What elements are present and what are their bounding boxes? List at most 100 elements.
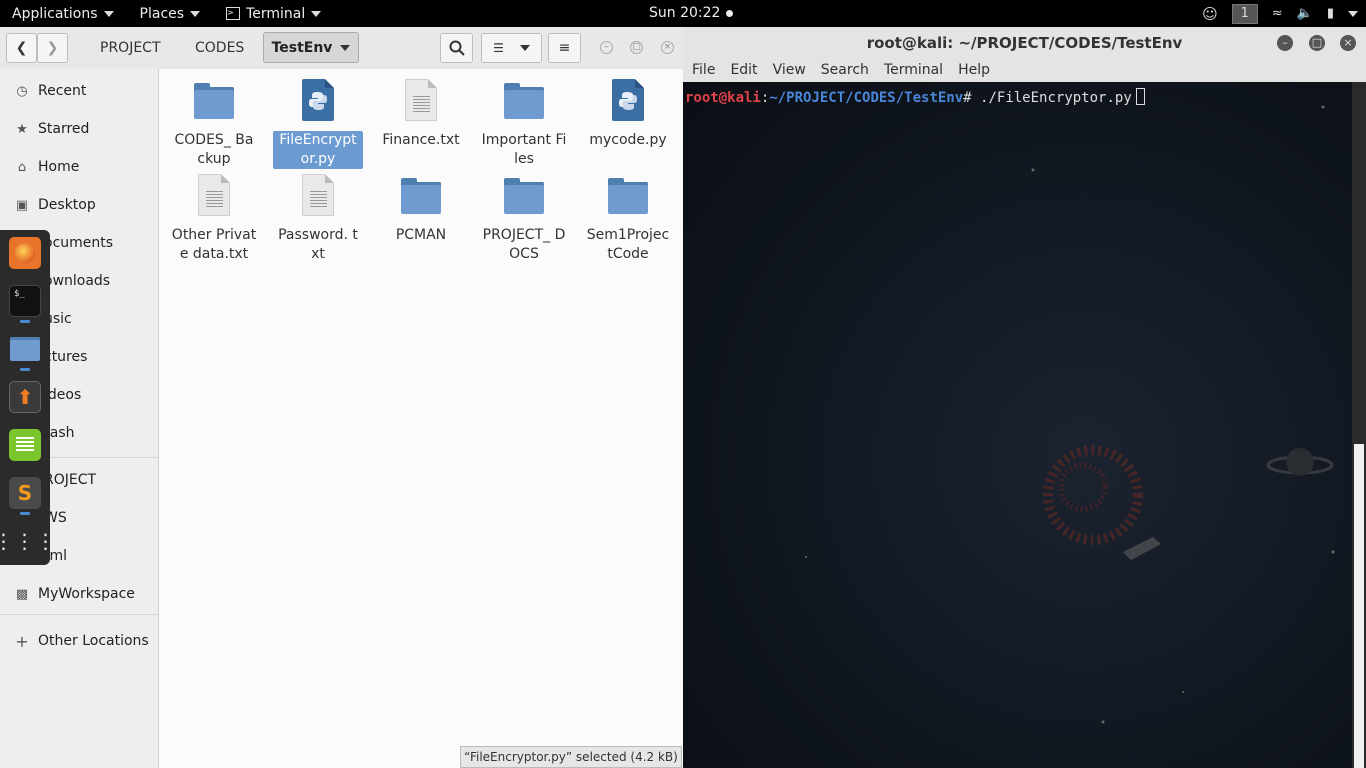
- menu-button[interactable]: ≡: [548, 33, 581, 63]
- firefox-launcher[interactable]: [9, 237, 41, 269]
- text-file-icon: [192, 172, 236, 220]
- close-button[interactable]: ×: [1340, 35, 1356, 51]
- firefox-icon: [15, 243, 35, 263]
- terminal-app-label: Terminal: [246, 5, 306, 22]
- file-item-other-private-data[interactable]: Other Private data.txt: [169, 172, 259, 264]
- scrollbar-thumb[interactable]: [1354, 444, 1364, 768]
- file-manager-window: ❮ ❯ PROJECT CODES TestEnv ☰ ≡ – □ × ◷ Re…: [0, 27, 683, 768]
- file-item-sem1projectcode[interactable]: Sem1Projec tCode: [583, 172, 673, 264]
- file-item-codes-backup[interactable]: CODES_ Backup: [169, 77, 259, 169]
- maximize-button[interactable]: □: [1309, 35, 1325, 51]
- clock-label: Sun 20:22: [649, 5, 721, 21]
- workspace-indicator[interactable]: 1: [1231, 3, 1258, 24]
- terminal-window: root@kali: ~/PROJECT/CODES/TestEnv – □ ×…: [683, 27, 1366, 768]
- battery-icon[interactable]: ▮: [1327, 6, 1334, 21]
- menu-edit[interactable]: Edit: [730, 62, 757, 78]
- folder-icon: [502, 172, 546, 220]
- file-name: Sem1Projec tCode: [586, 227, 670, 262]
- search-button[interactable]: [440, 33, 473, 63]
- volume-icon[interactable]: 🔈: [1297, 6, 1313, 21]
- terminal-icon: $_: [14, 289, 25, 299]
- forward-button[interactable]: ❯: [37, 33, 68, 63]
- file-item-finance[interactable]: Finance.txt: [376, 77, 466, 150]
- close-button[interactable]: ×: [661, 41, 674, 54]
- breadcrumb-testenv[interactable]: TestEnv: [263, 32, 359, 63]
- applications-label: Applications: [12, 5, 98, 22]
- top-panel: Applications Places > Terminal Sun 20:22…: [0, 0, 1366, 27]
- file-name: Password. txt: [278, 227, 358, 262]
- file-item-mycode[interactable]: mycode.py: [583, 77, 673, 150]
- file-item-project-docs[interactable]: PROJECT_ DOCS: [479, 172, 569, 264]
- file-grid: CODES_ Backup FileEncrypt or.py Finance.…: [159, 69, 683, 768]
- places-menu[interactable]: Places: [140, 6, 201, 22]
- sidebar-item-label: Other Locations: [38, 633, 149, 649]
- running-indicator: [20, 368, 30, 371]
- desktop-icon: ▣: [15, 197, 29, 213]
- python-file-icon: [606, 77, 650, 125]
- kali-wallpaper: [805, 105, 1335, 724]
- file-name: Finance.txt: [382, 132, 460, 148]
- sidebar-item-label: ownloads: [44, 273, 111, 289]
- sidebar-item-recent[interactable]: ◷ Recent: [0, 72, 158, 110]
- breadcrumb-project[interactable]: PROJECT: [100, 40, 161, 56]
- command-line: root@kali:~/PROJECT/CODES/TestEnv# ./Fil…: [685, 88, 1145, 106]
- applications-menu[interactable]: Applications: [12, 6, 114, 22]
- chevron-down-icon: [190, 10, 201, 17]
- clock[interactable]: Sun 20:22: [649, 5, 734, 21]
- minimize-button[interactable]: –: [600, 41, 613, 54]
- file-item-fileencryptor[interactable]: FileEncrypt or.py: [273, 77, 363, 169]
- power-menu-chevron-down-icon[interactable]: [1348, 10, 1358, 17]
- terminal-launcher[interactable]: $_: [9, 285, 41, 317]
- menu-file[interactable]: File: [692, 62, 715, 78]
- menu-terminal[interactable]: Terminal: [884, 62, 943, 78]
- terminal-titlebar[interactable]: root@kali: ~/PROJECT/CODES/TestEnv: [683, 27, 1366, 58]
- breadcrumb-codes[interactable]: CODES: [195, 40, 244, 56]
- text-cursor: [1135, 88, 1145, 105]
- sidebar-item-home[interactable]: ⌂ Home: [0, 148, 158, 186]
- file-name: mycode.py: [589, 132, 667, 148]
- command-text: ./FileEncryptor.py: [980, 90, 1132, 106]
- back-button[interactable]: ❮: [6, 33, 37, 63]
- files-launcher[interactable]: [9, 333, 41, 365]
- folder-icon: [399, 172, 443, 220]
- sidebar-item-label: ctures: [44, 349, 88, 365]
- sidebar-item-starred[interactable]: ★ Starred: [0, 110, 158, 148]
- running-indicator: [20, 320, 30, 323]
- terminal-output[interactable]: root@kali:~/PROJECT/CODES/TestEnv# ./Fil…: [683, 82, 1352, 768]
- list-view-icon: ☰: [493, 41, 504, 55]
- view-options-button[interactable]: ☰: [481, 33, 542, 63]
- minimize-button[interactable]: –: [1277, 35, 1293, 51]
- file-item-password[interactable]: Password. txt: [273, 172, 363, 264]
- burp-launcher[interactable]: ⬆: [9, 381, 41, 413]
- home-icon: ⌂: [17, 159, 27, 175]
- hamburger-icon: ≡: [558, 40, 571, 56]
- text-editor-launcher[interactable]: [9, 429, 41, 461]
- sidebar-divider: [0, 614, 158, 615]
- sidebar-item-myworkspace[interactable]: ▩ MyWorkspace: [0, 575, 158, 613]
- sidebar-item-other-locations[interactable]: + Other Locations: [0, 622, 158, 660]
- file-item-important-files[interactable]: Important Files: [479, 77, 569, 169]
- folder-icon: [192, 77, 236, 125]
- sidebar-item-desktop[interactable]: ▣ Desktop: [0, 186, 158, 224]
- sublime-icon: S: [17, 481, 33, 505]
- text-file-icon: [296, 172, 340, 220]
- places-label: Places: [139, 5, 185, 22]
- file-item-pcman[interactable]: PCMAN: [376, 172, 466, 245]
- menu-help[interactable]: Help: [958, 62, 990, 78]
- terminal-app-menu[interactable]: > Terminal: [226, 5, 322, 22]
- lightning-icon: ⬆: [16, 385, 34, 409]
- star-icon: ★: [16, 121, 28, 137]
- people-icon[interactable]: ☺: [1202, 5, 1218, 23]
- terminal-scrollbar[interactable]: [1352, 82, 1366, 768]
- wifi-icon[interactable]: ≈: [1272, 6, 1283, 21]
- menu-search[interactable]: Search: [821, 62, 869, 78]
- notes-icon: [16, 437, 34, 453]
- selection-status: “FileEncryptor.py” selected (4.2 kB): [460, 746, 682, 768]
- sublime-launcher[interactable]: S: [9, 477, 41, 509]
- chevron-right-icon: ❯: [46, 40, 59, 56]
- maximize-button[interactable]: □: [630, 41, 643, 54]
- show-apps-button[interactable]: ⋮⋮⋮: [0, 525, 56, 557]
- file-name: PCMAN: [395, 227, 447, 243]
- file-manager-header: ❮ ❯ PROJECT CODES TestEnv ☰ ≡ – □ ×: [0, 27, 683, 70]
- menu-view[interactable]: View: [773, 62, 806, 78]
